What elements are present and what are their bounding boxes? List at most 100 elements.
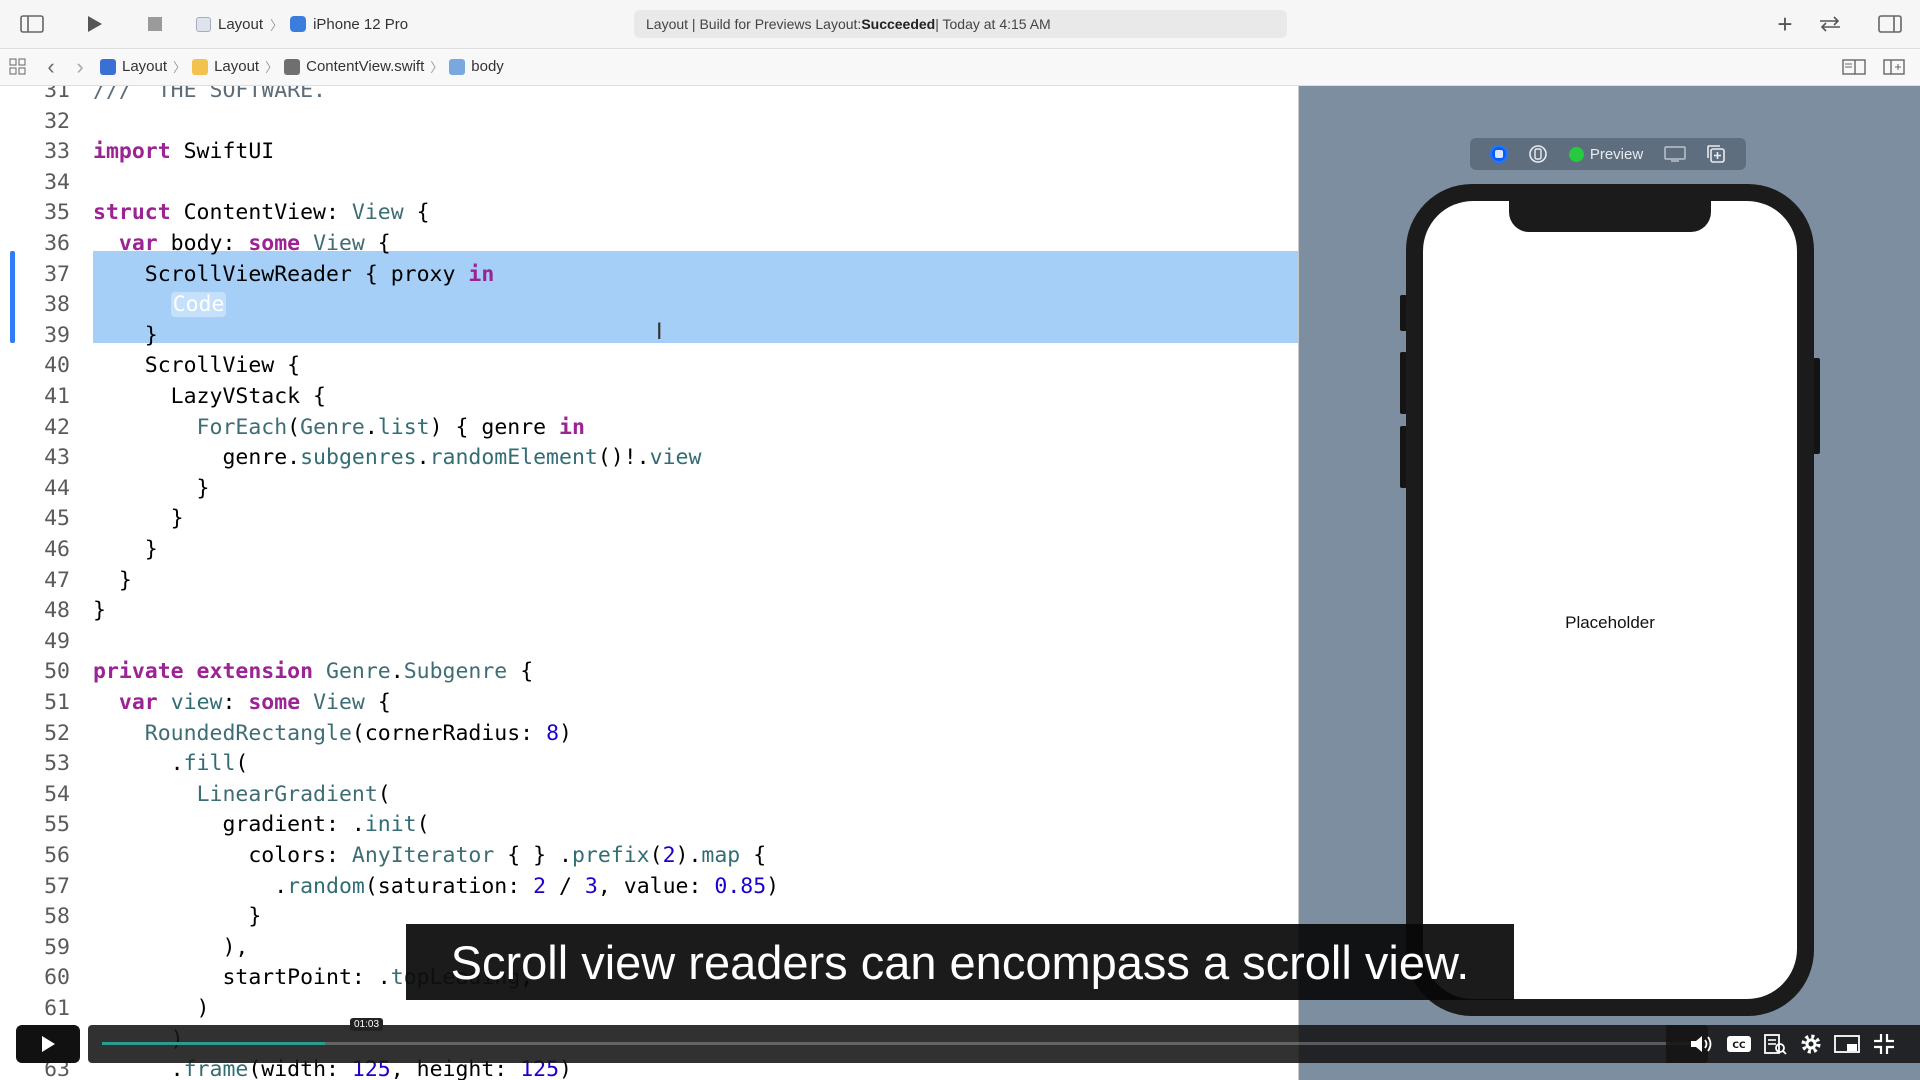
editor-options-icon[interactable] (1840, 53, 1868, 81)
code-line[interactable]: 37 ScrollViewReader { proxy in (0, 260, 1298, 291)
scheme-selector[interactable]: Layout 〉 iPhone 12 Pro (196, 12, 408, 36)
line-number: 39 (44, 322, 70, 348)
code-line[interactable]: 47 } (0, 566, 1298, 597)
captions-icon[interactable]: CC (1725, 1031, 1753, 1057)
line-number: 51 (44, 690, 70, 715)
play-button[interactable] (16, 1025, 80, 1063)
code-line[interactable]: 33 import SwiftUI (0, 137, 1298, 168)
line-code: struct ContentView: View { (93, 200, 430, 226)
volume-icon[interactable] (1688, 1031, 1716, 1057)
inspect-preview-button[interactable] (1663, 145, 1686, 163)
code-line[interactable]: 52 RoundedRectangle(cornerRadius: 8) (0, 719, 1298, 750)
transcript-icon[interactable] (1761, 1031, 1789, 1057)
back-icon[interactable]: ‹ (37, 53, 65, 81)
code-line[interactable]: 54 LinearGradient( (0, 780, 1298, 811)
line-code: LinearGradient( (196, 781, 391, 807)
line-code: } (93, 598, 106, 624)
line-code: } (93, 475, 210, 501)
navigator-toggle-icon[interactable] (18, 10, 46, 38)
line-code: } (93, 506, 184, 532)
line-number: 32 (44, 108, 70, 134)
line-number: 56 (44, 843, 70, 868)
preview-status-button[interactable]: Preview (1568, 146, 1643, 163)
line-number: 40 (44, 353, 70, 379)
code-line[interactable]: 56 colors: AnyIterator { } .prefix(2).ma… (0, 841, 1298, 872)
line-code: RoundedRectangle(cornerRadius: 8) (144, 720, 572, 746)
code-line[interactable]: 31 /// THE SOFTWARE. (0, 86, 1298, 107)
device-screen[interactable]: Placeholder (1423, 201, 1797, 999)
device-icon (290, 16, 307, 32)
swift-file-icon (284, 58, 301, 75)
breadcrumb-item[interactable]: ContentView.swift (306, 58, 424, 75)
line-code: ScrollViewReader { proxy in (93, 261, 495, 287)
code-line[interactable]: 42 ForEach(Genre.list) { genre in (0, 413, 1298, 444)
code-line[interactable]: 48} (0, 596, 1298, 627)
line-code: ForEach(Genre.list) { genre in (196, 414, 585, 440)
code-line[interactable]: 43 genre.subgenres.randomElement()!.view (0, 443, 1298, 474)
code-line[interactable]: 57 .random(saturation: 2 / 3, value: 0.8… (0, 872, 1298, 903)
code-line[interactable]: 38 Code (0, 290, 1298, 321)
code-line[interactable]: 51 var view: some View { (0, 688, 1298, 719)
exit-fullscreen-icon[interactable] (1870, 1031, 1898, 1057)
settings-gear-icon[interactable] (1797, 1031, 1825, 1057)
code-line[interactable]: 39 } (0, 321, 1298, 352)
text-cursor-icon: I (656, 320, 663, 345)
picture-in-picture-icon[interactable] (1833, 1031, 1861, 1057)
run-button[interactable] (80, 10, 108, 38)
code-line[interactable]: 45 } (0, 504, 1298, 535)
code-line[interactable]: 49 (0, 627, 1298, 658)
line-code: import SwiftUI (93, 139, 275, 165)
line-number: 52 (44, 720, 70, 746)
line-number: 43 (44, 445, 70, 471)
phone-power-button (1813, 358, 1820, 454)
code-line[interactable]: 46 } (0, 535, 1298, 566)
code-placeholder-token[interactable]: Code (170, 292, 227, 318)
breadcrumb: Layout 〉 Layout 〉 ContentView.swift 〉 bo… (100, 57, 504, 76)
line-number: 53 (44, 751, 70, 777)
line-number: 36 (44, 231, 70, 256)
video-scrubber[interactable]: 01:03 (88, 1018, 1708, 1063)
related-items-icon[interactable] (4, 53, 32, 81)
scheme-device-label: iPhone 12 Pro (313, 15, 409, 33)
chevron-right-icon: 〉 (430, 60, 444, 75)
preview-on-device-button[interactable] (1528, 144, 1548, 164)
stop-button[interactable] (141, 10, 169, 38)
code-line[interactable]: 55 gradient: .init( (0, 810, 1298, 841)
folder-icon (192, 58, 209, 75)
line-number: 60 (44, 965, 70, 991)
code-line[interactable]: 32 (0, 107, 1298, 138)
add-icon[interactable]: + (1771, 9, 1799, 39)
line-number: 48 (44, 598, 70, 624)
code-line[interactable]: 35 struct ContentView: View { (0, 198, 1298, 229)
project-icon (196, 16, 211, 32)
scrubber-progress (102, 1042, 325, 1045)
code-line[interactable]: 41 LazyVStack { (0, 382, 1298, 413)
line-code: var view: some View { (118, 690, 391, 715)
code-line[interactable]: 34 (0, 168, 1298, 199)
duplicate-preview-button[interactable] (1706, 144, 1726, 164)
line-number: 49 (44, 628, 70, 654)
breadcrumb-item[interactable]: body (471, 58, 504, 75)
line-code: } (93, 567, 132, 593)
line-code: ScrollView { (93, 353, 301, 379)
code-line[interactable]: 50 private extension Genre.Subgenre { (0, 657, 1298, 688)
breadcrumb-item[interactable]: Layout (122, 58, 167, 75)
jump-bar: ‹ › Layout 〉 Layout 〉 ContentView.swift … (0, 49, 1920, 86)
line-number: 58 (44, 904, 70, 930)
play-icon (42, 1036, 55, 1052)
line-number: 34 (44, 169, 70, 195)
add-editor-icon[interactable] (1880, 53, 1908, 81)
breadcrumb-item[interactable]: Layout (214, 58, 259, 75)
code-line[interactable]: 36 var body: some View { (0, 229, 1298, 260)
iphone-device-frame: Placeholder (1406, 184, 1814, 1016)
code-line[interactable]: 44 } (0, 474, 1298, 505)
code-review-icon[interactable] (1816, 10, 1844, 38)
code-line[interactable]: 40 ScrollView { (0, 351, 1298, 382)
code-line[interactable]: 53 .fill( (0, 749, 1298, 780)
inspector-toggle-icon[interactable] (1876, 10, 1904, 38)
line-number: 50 (44, 659, 70, 685)
svg-text:CC: CC (1732, 1041, 1746, 1051)
line-number: 54 (44, 781, 70, 807)
forward-icon[interactable]: › (66, 53, 94, 81)
live-preview-button[interactable] (1490, 145, 1509, 163)
